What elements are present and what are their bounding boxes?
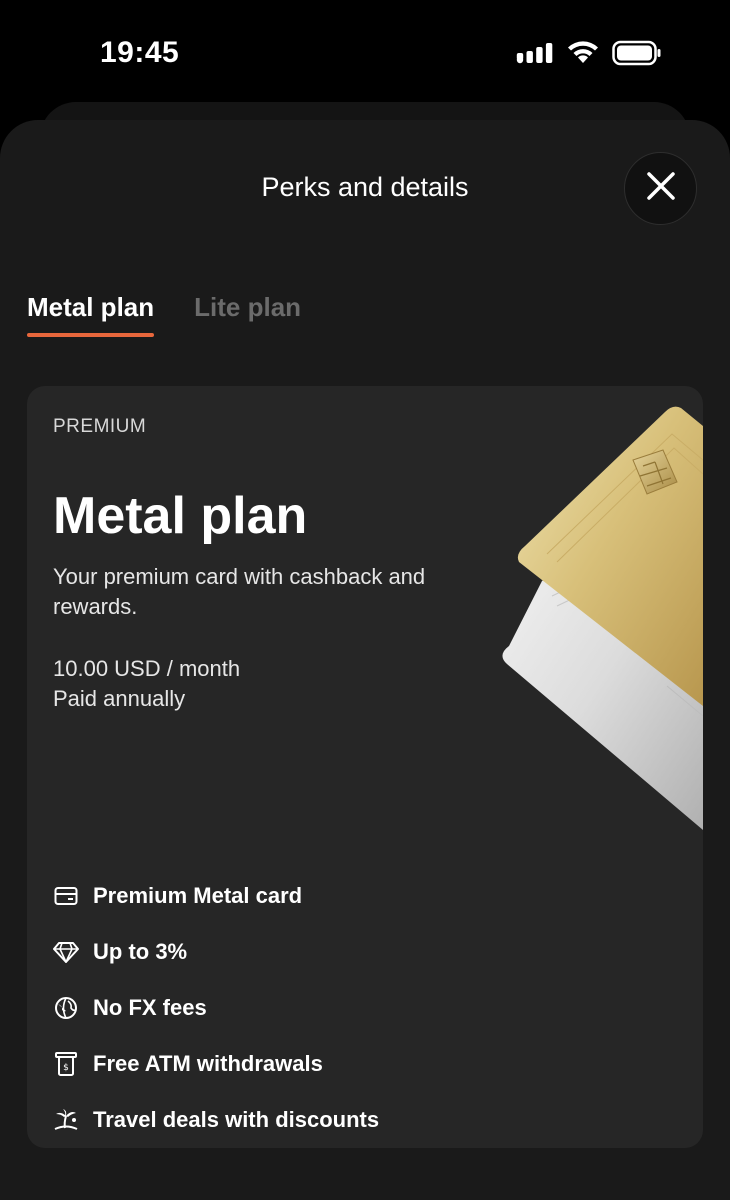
plan-price: 10.00 USD / month — [53, 656, 241, 681]
atm-icon: $ — [53, 1051, 79, 1077]
feature-label: Premium Metal card — [93, 883, 303, 908]
battery-icon — [612, 40, 662, 71]
card-icon — [53, 883, 79, 909]
feature-item: $ Free ATM withdrawals — [53, 1036, 379, 1092]
feature-list: Premium Metal card Up to 3% No FX fees $… — [53, 868, 379, 1148]
plan-description: Your premium card with cashback and rewa… — [53, 564, 426, 619]
palm-tree-icon — [53, 1107, 79, 1133]
plan-name: Metal plan — [53, 487, 308, 545]
feature-item: Travel deals with discounts — [53, 1092, 379, 1148]
plan-card: PREMIUM Metal plan Your premium card wit… — [27, 386, 703, 1148]
tab-metal-plan[interactable]: Metal plan — [27, 292, 155, 337]
wifi-icon — [566, 41, 600, 70]
diamond-icon — [53, 939, 79, 965]
globe-icon — [53, 995, 79, 1021]
cellular-signal-icon — [516, 41, 554, 70]
plan-billing: Paid annually — [53, 686, 186, 711]
status-bar: 19:45 — [0, 0, 730, 100]
feature-label: Free ATM withdrawals — [93, 1051, 323, 1076]
plan-tabs: Metal plan Lite plan — [27, 292, 301, 337]
perks-sheet: Perks and details Metal plan Lite plan P… — [0, 120, 730, 1200]
close-button[interactable] — [624, 152, 697, 225]
tab-lite-plan[interactable]: Lite plan — [194, 292, 301, 337]
status-time: 19:45 — [100, 36, 180, 69]
status-icons — [516, 40, 662, 71]
feature-item: No FX fees — [53, 980, 379, 1036]
svg-text:$: $ — [63, 1063, 69, 1073]
feature-label: Travel deals with discounts — [93, 1107, 380, 1132]
plan-tier: PREMIUM — [53, 416, 147, 437]
close-icon — [645, 170, 677, 207]
feature-label: No FX fees — [93, 995, 207, 1020]
feature-item: Premium Metal card — [53, 868, 379, 924]
sheet-title: Perks and details — [261, 172, 469, 202]
feature-item: Up to 3% — [53, 924, 379, 980]
metal-cards-image — [457, 386, 703, 856]
feature-label: Up to 3% — [93, 939, 188, 964]
